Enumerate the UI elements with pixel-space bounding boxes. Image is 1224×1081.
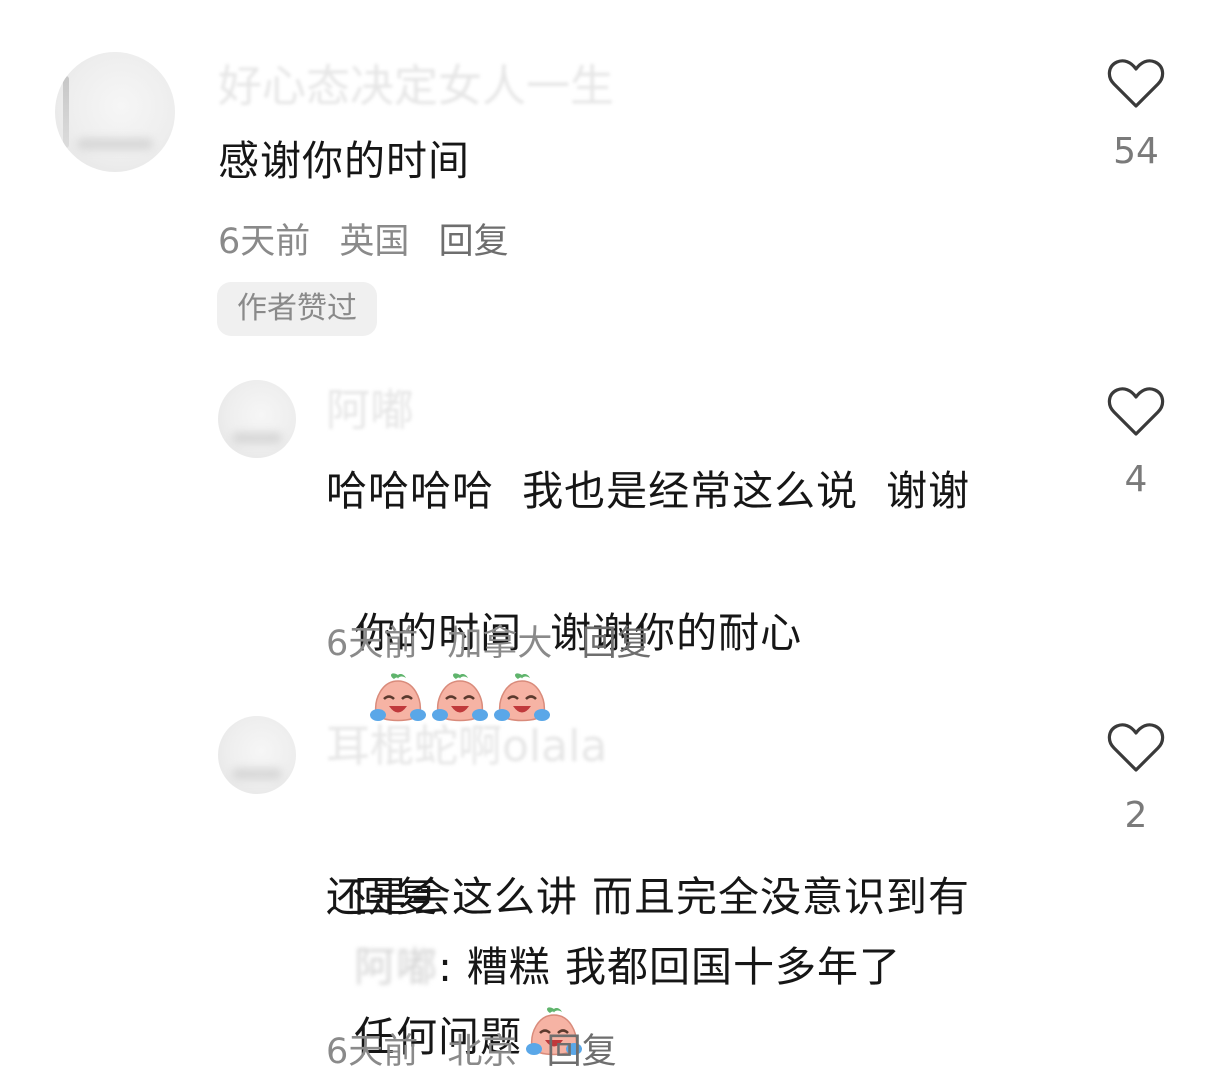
like-button[interactable]: 2 (1106, 722, 1166, 836)
heart-outline-icon (1106, 386, 1166, 438)
like-count: 54 (1113, 131, 1159, 172)
like-button[interactable]: 54 (1106, 58, 1166, 172)
comment-text-line: 还是会这么讲 而且完全没意识到有 (326, 873, 971, 921)
like-count: 4 (1124, 459, 1148, 500)
comment-meta: 6天前 英国 回复 (218, 220, 527, 264)
comment-time: 6天前 (218, 222, 311, 262)
comment-username[interactable]: 阿嘟 (326, 386, 414, 436)
crying-laughing-peach-icon (492, 669, 552, 729)
avatar[interactable] (55, 52, 175, 172)
avatar[interactable] (218, 380, 296, 458)
reply-button[interactable]: 回复 (582, 624, 652, 664)
like-button[interactable]: 4 (1106, 386, 1166, 500)
comment-location: 英国 (339, 222, 410, 262)
comment-text-line: 哈哈哈哈 我也是经常这么说 谢谢 (326, 467, 971, 515)
crying-laughing-peach-icon (430, 669, 490, 729)
reply-button[interactable]: 回复 (439, 222, 509, 262)
comment-meta: 6天前 北京 回复 (326, 1030, 635, 1074)
comment-location: 北京 (447, 1032, 518, 1072)
avatar[interactable] (218, 716, 296, 794)
author-liked-badge: 作者赞过 (217, 282, 377, 336)
heart-outline-icon (1106, 58, 1166, 110)
heart-outline-icon (1106, 722, 1166, 774)
reply-button[interactable]: 回复 (547, 1032, 617, 1072)
like-count: 2 (1124, 795, 1148, 836)
comment-location: 加拿大 (447, 624, 553, 664)
comment-time: 6天前 (326, 1032, 419, 1072)
comment-meta: 6天前 加拿大 回复 (326, 622, 670, 666)
comment-username[interactable]: 耳棍蛇啊olala (326, 722, 607, 772)
comment-text: 感谢你的时间 (218, 137, 470, 185)
comment-username[interactable]: 好心态决定女人一生 (218, 62, 614, 112)
crying-laughing-peach-icon (368, 669, 428, 729)
comment-time: 6天前 (326, 624, 419, 664)
